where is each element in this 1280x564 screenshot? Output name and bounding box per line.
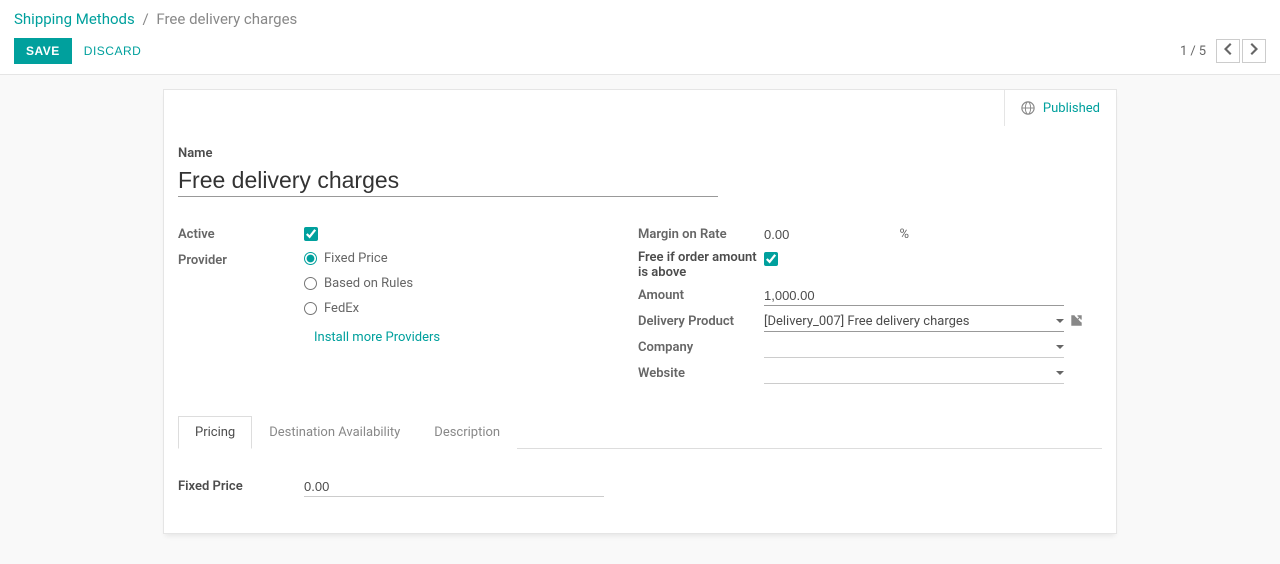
tabs-bar: Pricing Destination Availability Descrip… xyxy=(178,416,1102,449)
amount-input[interactable] xyxy=(764,286,1064,306)
pager-total: 5 xyxy=(1199,44,1206,59)
active-checkbox[interactable] xyxy=(304,227,318,241)
website-dropdown[interactable] xyxy=(764,364,1064,384)
free-above-label: Free if order amount is above xyxy=(638,250,764,280)
fixed-price-label: Fixed Price xyxy=(178,477,304,494)
fixed-price-input[interactable] xyxy=(304,477,604,497)
chevron-right-icon xyxy=(1249,43,1259,59)
company-dropdown[interactable] xyxy=(764,338,1064,358)
globe-icon xyxy=(1021,101,1035,115)
chevron-down-icon xyxy=(1056,340,1064,355)
provider-radio-fedex-label[interactable]: FedEx xyxy=(324,301,359,316)
install-more-providers-link[interactable]: Install more Providers xyxy=(314,330,440,345)
chevron-left-icon xyxy=(1223,43,1233,59)
breadcrumb-link-parent[interactable]: Shipping Methods xyxy=(14,10,135,28)
breadcrumb: Shipping Methods / Free delivery charges xyxy=(0,0,1280,34)
tab-pricing[interactable]: Pricing xyxy=(178,416,252,449)
provider-label: Provider xyxy=(178,251,304,268)
amount-label: Amount xyxy=(638,286,764,303)
provider-radio-rules-label[interactable]: Based on Rules xyxy=(324,276,413,291)
chevron-down-icon xyxy=(1056,366,1064,381)
action-bar: SAVE DISCARD 1 / 5 xyxy=(0,34,1280,75)
provider-radio-fixed[interactable] xyxy=(304,252,317,265)
margin-input[interactable] xyxy=(764,225,882,244)
discard-button[interactable]: DISCARD xyxy=(84,44,142,58)
delivery-product-dropdown[interactable]: [Delivery_007] Free delivery charges xyxy=(764,312,1064,332)
pager-slash: / xyxy=(1190,44,1195,59)
card-header: Published xyxy=(164,90,1116,126)
form-card: Published Name Active Provider xyxy=(163,89,1117,534)
tab-description[interactable]: Description xyxy=(417,416,517,449)
percent-symbol: % xyxy=(899,227,909,242)
external-link-button[interactable] xyxy=(1070,314,1083,331)
free-above-checkbox[interactable] xyxy=(764,252,778,266)
name-input[interactable] xyxy=(178,161,718,197)
provider-radio-fixed-label[interactable]: Fixed Price xyxy=(324,251,388,266)
save-button[interactable]: SAVE xyxy=(14,38,72,64)
pager-prev-button[interactable] xyxy=(1216,39,1240,63)
margin-label: Margin on Rate xyxy=(638,225,764,242)
provider-radio-fedex[interactable] xyxy=(304,302,317,315)
company-label: Company xyxy=(638,338,764,355)
external-link-icon xyxy=(1070,316,1083,331)
delivery-product-label: Delivery Product xyxy=(638,312,764,329)
pager-next-button[interactable] xyxy=(1242,39,1266,63)
name-label: Name xyxy=(178,146,1102,161)
published-toggle[interactable]: Published xyxy=(1004,90,1116,126)
published-label: Published xyxy=(1043,101,1100,116)
active-label: Active xyxy=(178,225,304,242)
provider-radio-rules[interactable] xyxy=(304,277,317,290)
tab-destination-availability[interactable]: Destination Availability xyxy=(252,416,417,449)
breadcrumb-current: Free delivery charges xyxy=(156,10,297,28)
pager-current: 1 xyxy=(1180,44,1187,59)
tab-content-pricing: Fixed Price xyxy=(178,449,1102,497)
chevron-down-icon xyxy=(1056,314,1064,329)
delivery-product-value: [Delivery_007] Free delivery charges xyxy=(764,314,1056,329)
breadcrumb-separator: / xyxy=(142,10,148,28)
website-label: Website xyxy=(638,364,764,381)
pager: 1 / 5 xyxy=(1180,39,1266,63)
